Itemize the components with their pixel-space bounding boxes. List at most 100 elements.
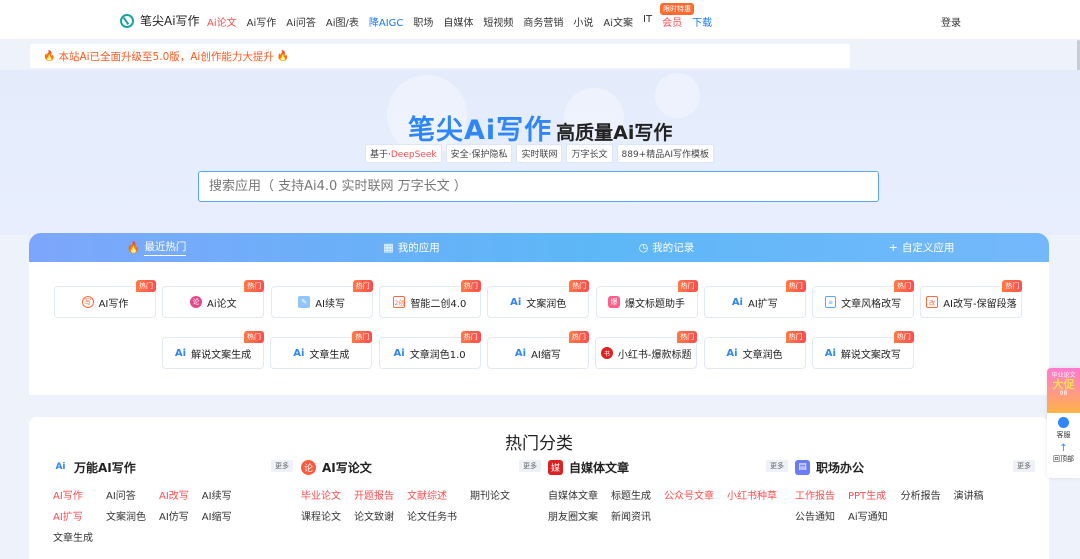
category-links: 毕业论文 开题报告 文献综述 期刊论文课程论文 论文致谢 论文任务书 (301, 487, 541, 523)
app-card[interactable]: Ai AI缩写 热门 (486, 331, 589, 369)
app-card[interactable]: Ai 文案润色 热门 (487, 280, 590, 318)
category-link[interactable]: AI扩写 (53, 508, 93, 523)
category-link[interactable]: Ai写通知 (848, 508, 888, 523)
media-icon: 媒 (548, 459, 563, 475)
tab-label: 自定义应用 (901, 242, 955, 254)
category-link[interactable]: 期刊论文 (470, 487, 510, 502)
app-card[interactable]: 写 AI写作 热门 (54, 280, 156, 318)
nav-item-ai-paper[interactable]: Ai论文 (207, 14, 237, 29)
nav-item-short-video[interactable]: 短视频 (483, 14, 513, 29)
category-link[interactable]: PPT生成 (848, 487, 888, 502)
nav-item-download[interactable]: 下载 (692, 14, 712, 29)
app-card[interactable]: Ai AI扩写 热门 (703, 280, 806, 318)
nav-item-workplace[interactable]: 职场 (413, 14, 433, 29)
category-link[interactable]: 工作报告 (795, 487, 835, 502)
category-link[interactable]: 标题生成 (611, 487, 651, 502)
category-link[interactable]: 公众号文章 (664, 487, 714, 502)
nav-item-ai-copy[interactable]: Ai文案 (603, 14, 633, 29)
hot-badge: 热门 (677, 331, 698, 343)
login-link[interactable]: 登录 (941, 14, 961, 29)
category-link[interactable]: 文献综述 (407, 487, 457, 502)
category-link[interactable]: 毕业论文 (301, 487, 341, 502)
hero-tag: 基于·DeepSeek (365, 144, 442, 163)
tab-custom-app[interactable]: + 自定义应用 (794, 233, 1049, 262)
category-universal-ai: Ai 万能AI写作 更多 AI写作 AI问答 AI改写 AI续写 AI扩写 文案润色 AI仿… (53, 459, 293, 544)
back-to-top-button[interactable]: ↑ 回顶部 (1047, 444, 1080, 464)
app-card[interactable]: ≡ 文章风格改写 热门 (812, 280, 915, 318)
category-title[interactable]: AI写论文 (322, 459, 372, 476)
nav-item-it[interactable]: IT (643, 14, 652, 29)
app-label: AI缩写 (531, 349, 561, 361)
category-link[interactable]: AI续写 (202, 487, 232, 502)
app-icon: 书 (600, 347, 613, 359)
fire-icon: 🔥 (126, 241, 141, 254)
tab-my-records[interactable]: ◷ 我的记录 (539, 233, 794, 262)
app-card[interactable]: Ai 解说文案生成 热门 (162, 331, 264, 369)
app-card[interactable]: 改 AI改写-保留段落 热门 (920, 280, 1023, 318)
app-card[interactable]: Ai 文章润色 热门 (703, 331, 806, 369)
chat-icon (1058, 417, 1069, 428)
category-title[interactable]: 职场办公 (816, 459, 864, 476)
category-link[interactable]: 论文致谢 (354, 508, 394, 523)
nav-item-ai-qa[interactable]: Ai问答 (286, 14, 316, 29)
hot-badge: 热门 (569, 280, 590, 292)
nav-item-ai-writing[interactable]: Ai写作 (247, 14, 277, 29)
hero-tags: 基于·DeepSeek 安全·保护隐私 实时联网 万字长文 889+精品AI写作… (365, 144, 718, 163)
app-card[interactable]: 2创 智能二创4.0 热门 (378, 280, 481, 318)
hot-categories: 热门分类 Ai 万能AI写作 更多 AI写作 AI问答 AI改写 AI续写 AI扩写 文案… (29, 417, 1049, 559)
app-label: 解说文案改写 (840, 349, 901, 361)
promo-banner[interactable]: 毕业论文 大促 98 (1047, 368, 1080, 413)
app-icon: Ai (514, 347, 527, 359)
app-card[interactable]: Ai 解说文案改写 热门 (811, 331, 914, 369)
category-link[interactable]: 朋友圈文案 (548, 508, 598, 523)
app-card[interactable]: 论 Ai论文 热门 (162, 280, 265, 318)
app-card[interactable]: Ai 文章生成 热门 (270, 331, 373, 369)
search-input[interactable] (198, 171, 879, 202)
app-icon: Ai (510, 296, 522, 308)
category-link[interactable]: AI问答 (106, 487, 146, 502)
hero-tag: 万字长文 (566, 144, 613, 163)
tab-recent-hot[interactable]: 🔥 最近热门 (29, 233, 284, 262)
app-card[interactable]: Ai 文章润色1.0 热门 (378, 331, 481, 369)
category-link[interactable]: 公告通知 (795, 508, 835, 523)
app-icon: Ai (731, 296, 743, 308)
category-title[interactable]: 自媒体文章 (569, 459, 629, 476)
customer-service-button[interactable]: 客服 (1047, 417, 1080, 440)
app-panel: 写 AI写作 热门论 Ai论文 热门 ✎ AI续写 热门 2创 智能二创4.0 热门 Ai 文案润色 热门… (29, 262, 1049, 395)
nav-item-marketing[interactable]: 商务营销 (523, 14, 563, 29)
category-link[interactable]: 自媒体文章 (548, 487, 598, 502)
hot-badge: 热门 (352, 331, 373, 343)
category-link[interactable]: 论文任务书 (407, 508, 457, 523)
app-card[interactable]: 书小红书-爆款标题 热门 (595, 331, 698, 369)
more-button[interactable]: 更多 (519, 460, 541, 472)
category-link[interactable]: AI写作 (53, 487, 93, 502)
category-link[interactable]: AI仿写 (159, 508, 189, 523)
app-label: AI改写-保留段落 (943, 298, 1017, 310)
nav-item-vip[interactable]: 限时特惠 会员 (660, 3, 695, 29)
nav-item-self-media[interactable]: 自媒体 (443, 14, 473, 29)
app-card[interactable]: 爆爆文标题助手 热门 (595, 280, 698, 318)
category-link[interactable]: 小红书种草 (727, 487, 777, 502)
category-link[interactable]: 文章生成 (53, 529, 93, 544)
more-button[interactable]: 更多 (1013, 460, 1035, 472)
category-title[interactable]: 万能AI写作 (74, 459, 136, 476)
category-link[interactable]: 文案润色 (106, 508, 146, 523)
brand[interactable]: 笔尖Ai写作 (120, 12, 200, 29)
tab-my-apps[interactable]: ▦ 我的应用 (284, 233, 539, 262)
hot-badge: 热门 (894, 280, 915, 292)
category-link[interactable]: 开题报告 (354, 487, 394, 502)
category-link[interactable]: 演讲稿 (954, 487, 984, 502)
app-card[interactable]: ✎ AI续写 热门 (270, 280, 373, 318)
category-link[interactable]: 新闻资讯 (611, 508, 651, 523)
nav-item-reduce-aigc[interactable]: 降AIGC (369, 14, 404, 29)
category-link[interactable]: AI改写 (159, 487, 189, 502)
nav-item-ai-image-table[interactable]: Ai图/表 (326, 14, 359, 29)
app-icon: Ai (293, 347, 305, 359)
category-link[interactable]: AI缩写 (202, 508, 232, 523)
more-button[interactable]: 更多 (271, 460, 293, 472)
category-link[interactable]: 课程论文 (301, 508, 341, 523)
more-button[interactable]: 更多 (766, 460, 788, 472)
nav-item-novel[interactable]: 小说 (573, 14, 593, 29)
category-link[interactable]: 分析报告 (901, 487, 941, 502)
app-label: 小红书-爆款标题 (617, 349, 692, 361)
